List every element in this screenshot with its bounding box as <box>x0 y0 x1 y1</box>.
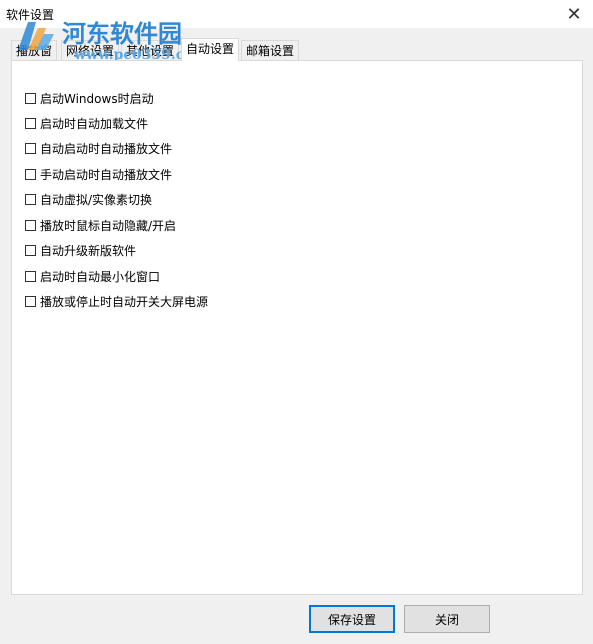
checkbox[interactable] <box>25 244 36 256</box>
checkbox[interactable] <box>25 295 36 307</box>
tab-mail-settings[interactable]: 邮箱设置 <box>241 40 300 60</box>
option-label: 启动时自动加载文件 <box>40 116 149 131</box>
save-settings-button[interactable]: 保存设置 <box>309 605 395 633</box>
option-label: 启动时自动最小化窗口 <box>40 269 161 284</box>
checkbox[interactable] <box>25 193 36 205</box>
checkbox[interactable] <box>25 92 36 104</box>
option-label: 自动虚拟/实像素切换 <box>40 192 153 207</box>
option-start-with-windows[interactable]: 启动Windows时启动 <box>25 89 154 107</box>
checkbox[interactable] <box>25 168 36 180</box>
watermark-site-name: 河东软件园 <box>62 19 182 48</box>
option-start-minimized[interactable]: 启动时自动最小化窗口 <box>25 267 160 285</box>
option-auto-hide-mouse[interactable]: 播放时鼠标自动隐藏/开启 <box>25 216 176 234</box>
settings-panel: 启动Windows时启动 启动时自动加载文件 自动启动时自动播放文件 手动启动时… <box>11 60 583 595</box>
option-label: 启动Windows时启动 <box>40 91 154 106</box>
option-auto-pixel-switch[interactable]: 自动虚拟/实像素切换 <box>25 190 152 208</box>
watermark-logo-icon <box>18 22 54 50</box>
checkbox[interactable] <box>25 270 36 282</box>
checkbox[interactable] <box>25 219 36 231</box>
option-auto-load-files[interactable]: 启动时自动加载文件 <box>25 114 148 132</box>
close-button[interactable]: 关闭 <box>404 605 490 633</box>
option-label: 播放时鼠标自动隐藏/开启 <box>40 218 177 233</box>
option-auto-upgrade[interactable]: 自动升级新版软件 <box>25 241 136 259</box>
option-auto-play-on-manual-start[interactable]: 手动启动时自动播放文件 <box>25 165 172 183</box>
tab-auto-settings[interactable]: 自动设置 <box>181 38 240 61</box>
option-label: 播放或停止时自动开关大屏电源 <box>40 294 209 309</box>
checkbox[interactable] <box>25 142 36 154</box>
close-icon[interactable]: ✕ <box>555 0 593 28</box>
option-auto-screen-power[interactable]: 播放或停止时自动开关大屏电源 <box>25 292 208 310</box>
option-auto-play-on-auto-start[interactable]: 自动启动时自动播放文件 <box>25 139 172 157</box>
option-label: 自动启动时自动播放文件 <box>40 141 173 156</box>
checkbox[interactable] <box>25 117 36 129</box>
option-label: 手动启动时自动播放文件 <box>40 167 173 182</box>
option-label: 自动升级新版软件 <box>40 243 137 258</box>
